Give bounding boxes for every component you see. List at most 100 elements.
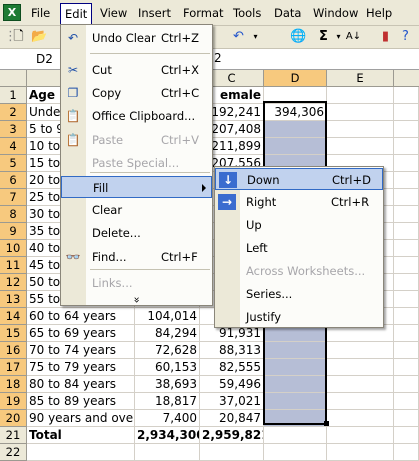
cell-d19[interactable] [264, 393, 327, 410]
cell-d2[interactable]: 394,306 [264, 104, 327, 121]
edit-menu-item-paste-special[interactable]: Paste Special... [61, 152, 212, 174]
cell-f17[interactable] [394, 359, 419, 376]
cell-a21[interactable]: Total [27, 427, 135, 444]
cell-f12[interactable] [394, 274, 419, 291]
edit-menu-item-office-clipboard[interactable]: 📋 Office Clipboard... [61, 105, 212, 127]
expand-menu-chevron-icon[interactable]: » [131, 225, 144, 376]
fill-submenu-item-series[interactable]: Series... [215, 283, 383, 305]
menu-file[interactable]: File [27, 4, 54, 23]
cell-f13[interactable] [394, 291, 419, 308]
cell-f10[interactable] [394, 240, 419, 257]
column-header-e[interactable]: E [327, 70, 394, 87]
cell-f2[interactable] [394, 104, 419, 121]
cell-f19[interactable] [394, 393, 419, 410]
row-header-8[interactable]: 8 [0, 206, 27, 223]
cell-c20[interactable]: 20,847 [200, 410, 264, 427]
cell-f18[interactable] [394, 376, 419, 393]
cell-a20[interactable]: 90 years and over [27, 410, 135, 427]
cell-f6[interactable] [394, 172, 419, 189]
edit-menu-item-fill[interactable]: Fill [61, 176, 212, 198]
cell-f22[interactable] [394, 444, 419, 461]
fill-submenu-item-left[interactable]: Left [215, 237, 383, 259]
cell-b21[interactable]: 2,934,300 [135, 427, 200, 444]
cell-d1[interactable] [264, 87, 327, 104]
undo-dropdown-icon[interactable]: ▾ [247, 29, 264, 45]
cell-d22[interactable] [264, 444, 327, 461]
cell-f3[interactable] [394, 121, 419, 138]
hyperlink-icon[interactable]: 🌐 [290, 29, 307, 45]
cell-f1[interactable] [394, 87, 419, 104]
row-header-22[interactable]: 22 [0, 444, 27, 461]
menu-window[interactable]: Window [309, 4, 362, 23]
cell-c21[interactable]: 2,959,821 [200, 427, 264, 444]
cell-d3[interactable] [264, 121, 327, 138]
cell-a15[interactable]: 65 to 69 years [27, 325, 135, 342]
cell-b18[interactable]: 38,693 [135, 376, 200, 393]
row-header-14[interactable]: 14 [0, 308, 27, 325]
fill-submenu-item-right[interactable]: → Right Ctrl+R [215, 191, 383, 213]
row-header-7[interactable]: 7 [0, 189, 27, 206]
cell-e20[interactable] [327, 410, 394, 427]
edit-menu-item-cut[interactable]: ✂ Cut Ctrl+X [61, 59, 212, 81]
cell-e1[interactable] [327, 87, 394, 104]
cell-f8[interactable] [394, 206, 419, 223]
sort-ascending-icon[interactable]: A↓ [345, 29, 362, 45]
cell-e22[interactable] [327, 444, 394, 461]
row-header-16[interactable]: 16 [0, 342, 27, 359]
cell-d4[interactable] [264, 138, 327, 155]
row-header-6[interactable]: 6 [0, 172, 27, 189]
name-box[interactable]: D2 [0, 50, 60, 68]
cell-f5[interactable] [394, 155, 419, 172]
menu-insert[interactable]: Insert [134, 4, 175, 23]
edit-menu-item-copy[interactable]: ❐ Copy Ctrl+C [61, 82, 212, 104]
cell-f11[interactable] [394, 257, 419, 274]
cell-a17[interactable]: 75 to 79 years [27, 359, 135, 376]
row-header-18[interactable]: 18 [0, 376, 27, 393]
edit-menu-item-undo-clear[interactable]: ↶ Undo Clear Ctrl+Z [61, 27, 212, 49]
chart-wizard-icon[interactable]: ▮ [377, 29, 394, 45]
row-header-9[interactable]: 9 [0, 223, 27, 240]
formula-fragment[interactable]: 2 [214, 51, 222, 65]
column-header-f[interactable] [394, 70, 419, 87]
row-header-11[interactable]: 11 [0, 257, 27, 274]
row-header-10[interactable]: 10 [0, 240, 27, 257]
cell-a19[interactable]: 85 to 89 years [27, 393, 135, 410]
fill-submenu-item-down[interactable]: ↓ Down Ctrl+D [215, 168, 383, 190]
cell-e16[interactable] [327, 342, 394, 359]
cell-b17[interactable]: 60,153 [135, 359, 200, 376]
cell-e19[interactable] [327, 393, 394, 410]
cell-d18[interactable] [264, 376, 327, 393]
row-header-12[interactable]: 12 [0, 274, 27, 291]
cell-b19[interactable]: 18,817 [135, 393, 200, 410]
fill-handle[interactable] [324, 421, 329, 426]
cell-b15[interactable]: 84,294 [135, 325, 200, 342]
cell-a14[interactable]: 60 to 64 years [27, 308, 135, 325]
row-header-20[interactable]: 20 [0, 410, 27, 427]
cell-f16[interactable] [394, 342, 419, 359]
row-header-1[interactable]: 1 [0, 87, 27, 104]
select-all-corner[interactable] [0, 70, 27, 87]
cell-f9[interactable] [394, 223, 419, 240]
cell-e18[interactable] [327, 376, 394, 393]
cell-b16[interactable]: 72,628 [135, 342, 200, 359]
cell-f15[interactable] [394, 325, 419, 342]
cell-e21[interactable] [327, 427, 394, 444]
fill-submenu-item-across-worksheets[interactable]: Across Worksheets... [215, 260, 383, 282]
new-document-icon[interactable]: 🗋 [10, 29, 27, 45]
fill-submenu-item-justify[interactable]: Justify [215, 306, 383, 328]
row-header-21[interactable]: 21 [0, 427, 27, 444]
cell-c16[interactable]: 88,313 [200, 342, 264, 359]
row-header-5[interactable]: 5 [0, 155, 27, 172]
cell-a16[interactable]: 70 to 74 years [27, 342, 135, 359]
fill-submenu-item-up[interactable]: Up [215, 214, 383, 236]
cell-d21[interactable] [264, 427, 327, 444]
cell-f4[interactable] [394, 138, 419, 155]
open-folder-icon[interactable]: 📂 [31, 29, 48, 45]
row-header-4[interactable]: 4 [0, 138, 27, 155]
cell-c17[interactable]: 82,555 [200, 359, 264, 376]
row-header-3[interactable]: 3 [0, 121, 27, 138]
cell-a22[interactable] [27, 444, 135, 461]
cell-f14[interactable] [394, 308, 419, 325]
cell-c18[interactable]: 59,496 [200, 376, 264, 393]
cell-e17[interactable] [327, 359, 394, 376]
